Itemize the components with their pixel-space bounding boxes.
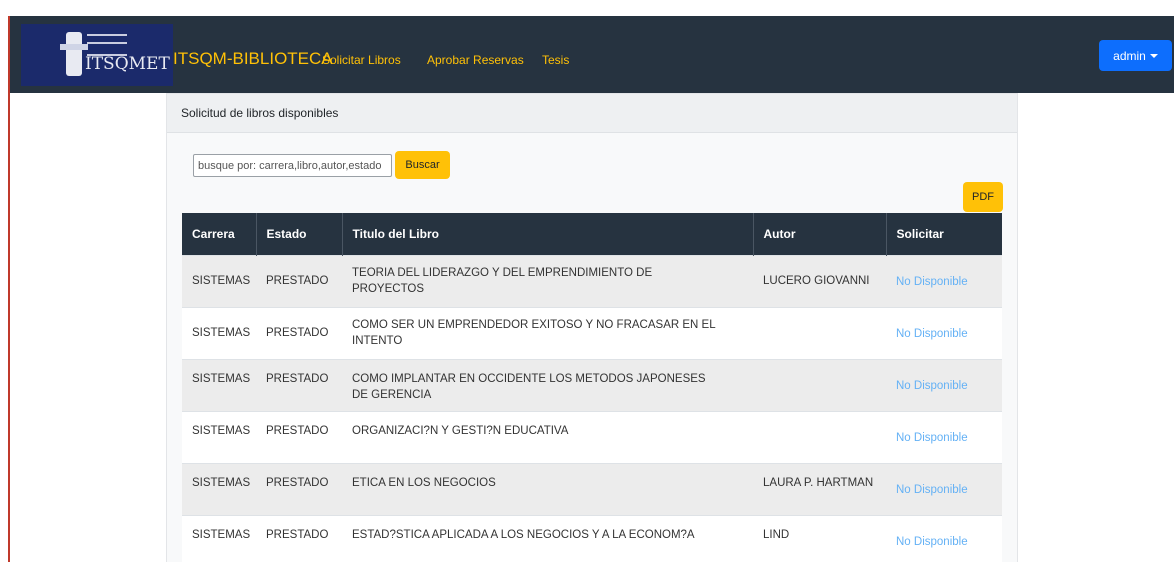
cell-titulo: ORGANIZACI?N Y GESTI?N EDUCATIVA (342, 410, 753, 463)
emblem-icon (60, 32, 88, 76)
cell-estado: PRESTADO (256, 462, 342, 515)
no-disponible-link[interactable]: No Disponible (896, 328, 968, 340)
nav-link-aprobar-reservas[interactable]: Aprobar Reservas (427, 53, 524, 67)
cell-estado: PRESTADO (256, 306, 342, 359)
table-row: SISTEMAS PRESTADO COMO IMPLANTAR EN OCCI… (182, 358, 1002, 411)
nav-link-tesis[interactable]: Tesis (542, 53, 569, 67)
logo-lines-icon (87, 34, 127, 56)
navbar: ITSQMET ITSQM-BIBLIOTECA Solicitar Libro… (10, 16, 1174, 93)
left-border (8, 16, 10, 562)
header-carrera: Carrera (182, 213, 256, 255)
cell-carrera: SISTEMAS (182, 306, 256, 359)
titulo-text: ETICA EN LOS NEGOCIOS (352, 476, 496, 489)
titulo-text: COMO SER UN EMPRENDEDOR EXITOSO Y NO FRA… (352, 319, 716, 347)
books-table: Carrera Estado Titulo del Libro Autor So… (182, 213, 1002, 562)
cell-solicitar: No Disponible (886, 358, 1002, 411)
logo-text: ITSQMET (85, 54, 170, 74)
no-disponible-link[interactable]: No Disponible (896, 276, 968, 288)
titulo-text: ESTAD?STICA APLICADA A LOS NEGOCIOS Y A … (352, 528, 695, 541)
no-disponible-link[interactable]: No Disponible (896, 484, 968, 496)
cell-titulo: ESTAD?STICA APLICADA A LOS NEGOCIOS Y A … (342, 514, 753, 562)
cell-estado: PRESTADO (256, 514, 342, 562)
admin-menu-label: admin (1113, 48, 1146, 63)
cell-autor: LAURA P. HARTMAN (753, 462, 886, 515)
no-disponible-link[interactable]: No Disponible (896, 432, 968, 444)
cell-estado: PRESTADO (256, 358, 342, 411)
search-input[interactable] (193, 154, 392, 177)
cell-estado: PRESTADO (256, 410, 342, 463)
cell-titulo: ETICA EN LOS NEGOCIOS (342, 462, 753, 515)
header-autor: Autor (752, 213, 886, 255)
header-estado: Estado (255, 213, 342, 255)
cell-carrera: SISTEMAS (182, 358, 256, 411)
caret-down-icon (1149, 53, 1158, 58)
cell-autor (753, 306, 886, 359)
no-disponible-link[interactable]: No Disponible (896, 536, 968, 548)
books-card: Solicitud de libros disponibles Buscar P… (166, 93, 1018, 562)
table-row: SISTEMAS PRESTADO ORGANIZACI?N Y GESTI?N… (182, 410, 1002, 463)
header-solicitar: Solicitar (885, 213, 1002, 255)
cell-solicitar: No Disponible (886, 462, 1002, 515)
cell-carrera: SISTEMAS (182, 410, 256, 463)
titulo-text: ORGANIZACI?N Y GESTI?N EDUCATIVA (352, 424, 569, 437)
cell-estado: PRESTADO (256, 254, 342, 307)
table-row: SISTEMAS PRESTADO ESTAD?STICA APLICADA A… (182, 514, 1002, 562)
header-titulo: Titulo del Libro (341, 213, 753, 255)
titulo-text: COMO IMPLANTAR EN OCCIDENTE LOS METODOS … (352, 372, 706, 401)
no-disponible-link[interactable]: No Disponible (896, 380, 968, 392)
page: ITSQMET ITSQM-BIBLIOTECA Solicitar Libro… (0, 0, 1174, 562)
admin-menu-button[interactable]: admin (1099, 40, 1172, 71)
table-row: SISTEMAS PRESTADO COMO SER UN EMPRENDEDO… (182, 306, 1002, 359)
cell-titulo: COMO IMPLANTAR EN OCCIDENTE LOS METODOS … (342, 358, 753, 411)
logo[interactable]: ITSQMET (21, 24, 173, 86)
brand-link[interactable]: ITSQM-BIBLIOTECA (173, 49, 333, 69)
cell-titulo: COMO SER UN EMPRENDEDOR EXITOSO Y NO FRA… (342, 306, 753, 359)
nav-link-solicitar-libros[interactable]: Solicitar Libros (322, 53, 401, 67)
search-button[interactable]: Buscar (395, 151, 450, 179)
table-row: SISTEMAS PRESTADO TEORIA DEL LIDERAZGO Y… (182, 254, 1002, 307)
card-title: Solicitud de libros disponibles (181, 106, 339, 120)
titulo-text: TEORIA DEL LIDERAZGO Y DEL EMPRENDIMIENT… (352, 267, 653, 295)
table-row: SISTEMAS PRESTADO ETICA EN LOS NEGOCIOS … (182, 462, 1002, 515)
cell-autor (753, 358, 886, 411)
cell-solicitar: No Disponible (886, 410, 1002, 463)
cell-solicitar: No Disponible (886, 306, 1002, 359)
cell-autor: LUCERO GIOVANNI (753, 254, 886, 307)
top-strip (0, 0, 1174, 16)
cell-autor (753, 410, 886, 463)
cell-carrera: SISTEMAS (182, 462, 256, 515)
cell-autor: LIND (753, 514, 886, 562)
pdf-button[interactable]: PDF (963, 182, 1003, 212)
cell-titulo: TEORIA DEL LIDERAZGO Y DEL EMPRENDIMIENT… (342, 254, 753, 307)
cell-solicitar: No Disponible (886, 254, 1002, 307)
cell-solicitar: No Disponible (886, 514, 1002, 562)
cell-carrera: SISTEMAS (182, 514, 256, 562)
table-header-row: Carrera Estado Titulo del Libro Autor So… (182, 213, 1002, 255)
card-header: Solicitud de libros disponibles (167, 94, 1017, 133)
cell-carrera: SISTEMAS (182, 254, 256, 307)
